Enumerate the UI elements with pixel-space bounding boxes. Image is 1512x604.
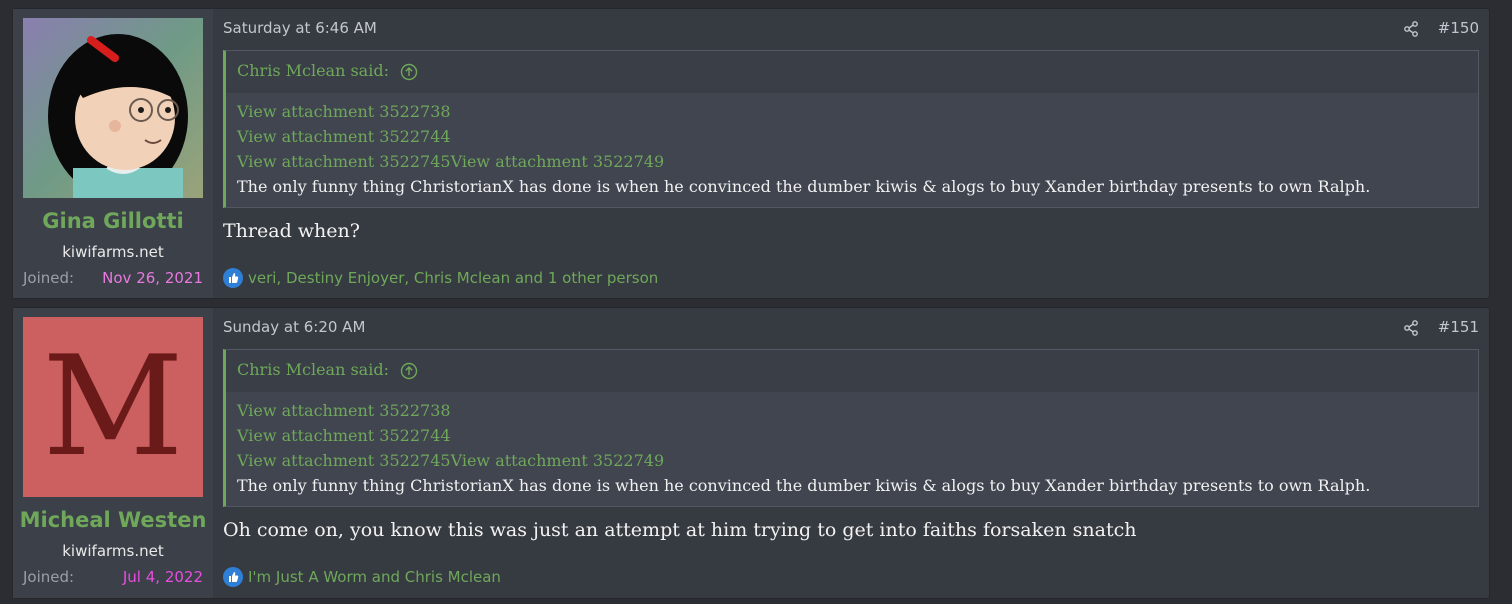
post-number-link[interactable]: #151 — [1438, 318, 1479, 336]
quote-header: Chris Mclean said: — [226, 51, 1478, 93]
quote-text: The only funny thing ChristorianX has do… — [237, 177, 1371, 196]
post-message: Thread when? — [223, 220, 360, 242]
like-icon — [223, 567, 243, 587]
quote-block: Chris Mclean said: View attachment 35227… — [223, 349, 1479, 507]
reactions-bar[interactable]: I'm Just A Worm and Chris Mclean — [223, 567, 501, 587]
attachment-link[interactable]: View attachment 3522744 — [237, 423, 1467, 448]
username[interactable]: Micheal Westen — [13, 508, 213, 532]
post-number-link[interactable]: #150 — [1438, 19, 1479, 37]
quote-author-link[interactable]: Chris Mclean said: — [237, 360, 389, 379]
post-main: Sunday at 6:20 AM #151 Chris Mclean said… — [223, 308, 1479, 598]
attachment-link[interactable]: View attachment 3522738 — [237, 99, 1467, 124]
share-icon[interactable] — [1403, 21, 1419, 37]
quote-author-link[interactable]: Chris Mclean said: — [237, 61, 389, 80]
username[interactable]: Gina Gillotti — [13, 209, 213, 233]
arrow-up-circle-icon[interactable] — [400, 63, 418, 81]
avatar[interactable] — [23, 18, 203, 198]
attachment-link[interactable]: View attachment 3522744 — [237, 124, 1467, 149]
avatar[interactable]: M — [23, 317, 203, 497]
post-date[interactable]: Saturday at 6:46 AM — [223, 19, 377, 37]
post-message: Oh come on, you know this was just an at… — [223, 519, 1137, 541]
quote-body: View attachment 3522738 View attachment … — [226, 392, 1478, 498]
joined-date: Nov 26, 2021 — [102, 269, 203, 287]
post-date[interactable]: Sunday at 6:20 AM — [223, 318, 365, 336]
quote-body: View attachment 3522738 View attachment … — [226, 93, 1478, 199]
attachment-link[interactable]: View attachment 3522745View attachment 3… — [237, 448, 1467, 473]
attachment-link[interactable]: View attachment 3522738 — [237, 398, 1467, 423]
attachment-link[interactable]: View attachment 3522745View attachment 3… — [237, 149, 1467, 174]
quote-block: Chris Mclean said: View attachment 35227… — [223, 50, 1479, 208]
reactions-list[interactable]: veri, Destiny Enjoyer, Chris Mclean and … — [248, 269, 658, 287]
user-title: kiwifarms.net — [62, 243, 164, 261]
joined-date: Jul 4, 2022 — [122, 568, 203, 586]
joined-label: Joined: — [23, 269, 75, 287]
post-150: Gina Gillotti kiwifarms.net Joined: Nov … — [12, 8, 1490, 299]
user-sidebar: Gina Gillotti kiwifarms.net Joined: Nov … — [13, 9, 213, 298]
like-icon — [223, 268, 243, 288]
post-151: M Micheal Westen kiwifarms.net Joined: J… — [12, 307, 1490, 599]
arrow-up-circle-icon[interactable] — [400, 362, 418, 380]
post-main: Saturday at 6:46 AM #150 Chris Mclean sa… — [223, 9, 1479, 298]
quote-header: Chris Mclean said: — [226, 350, 1478, 392]
cartoon-girl-avatar-image — [23, 18, 203, 198]
reactions-bar[interactable]: veri, Destiny Enjoyer, Chris Mclean and … — [223, 268, 658, 288]
user-sidebar: M Micheal Westen kiwifarms.net Joined: J… — [13, 308, 213, 598]
share-icon[interactable] — [1403, 320, 1419, 336]
joined-label: Joined: — [23, 568, 75, 586]
quote-text: The only funny thing ChristorianX has do… — [237, 476, 1371, 495]
user-title: kiwifarms.net — [62, 542, 164, 560]
reactions-list[interactable]: I'm Just A Worm and Chris Mclean — [248, 568, 501, 586]
